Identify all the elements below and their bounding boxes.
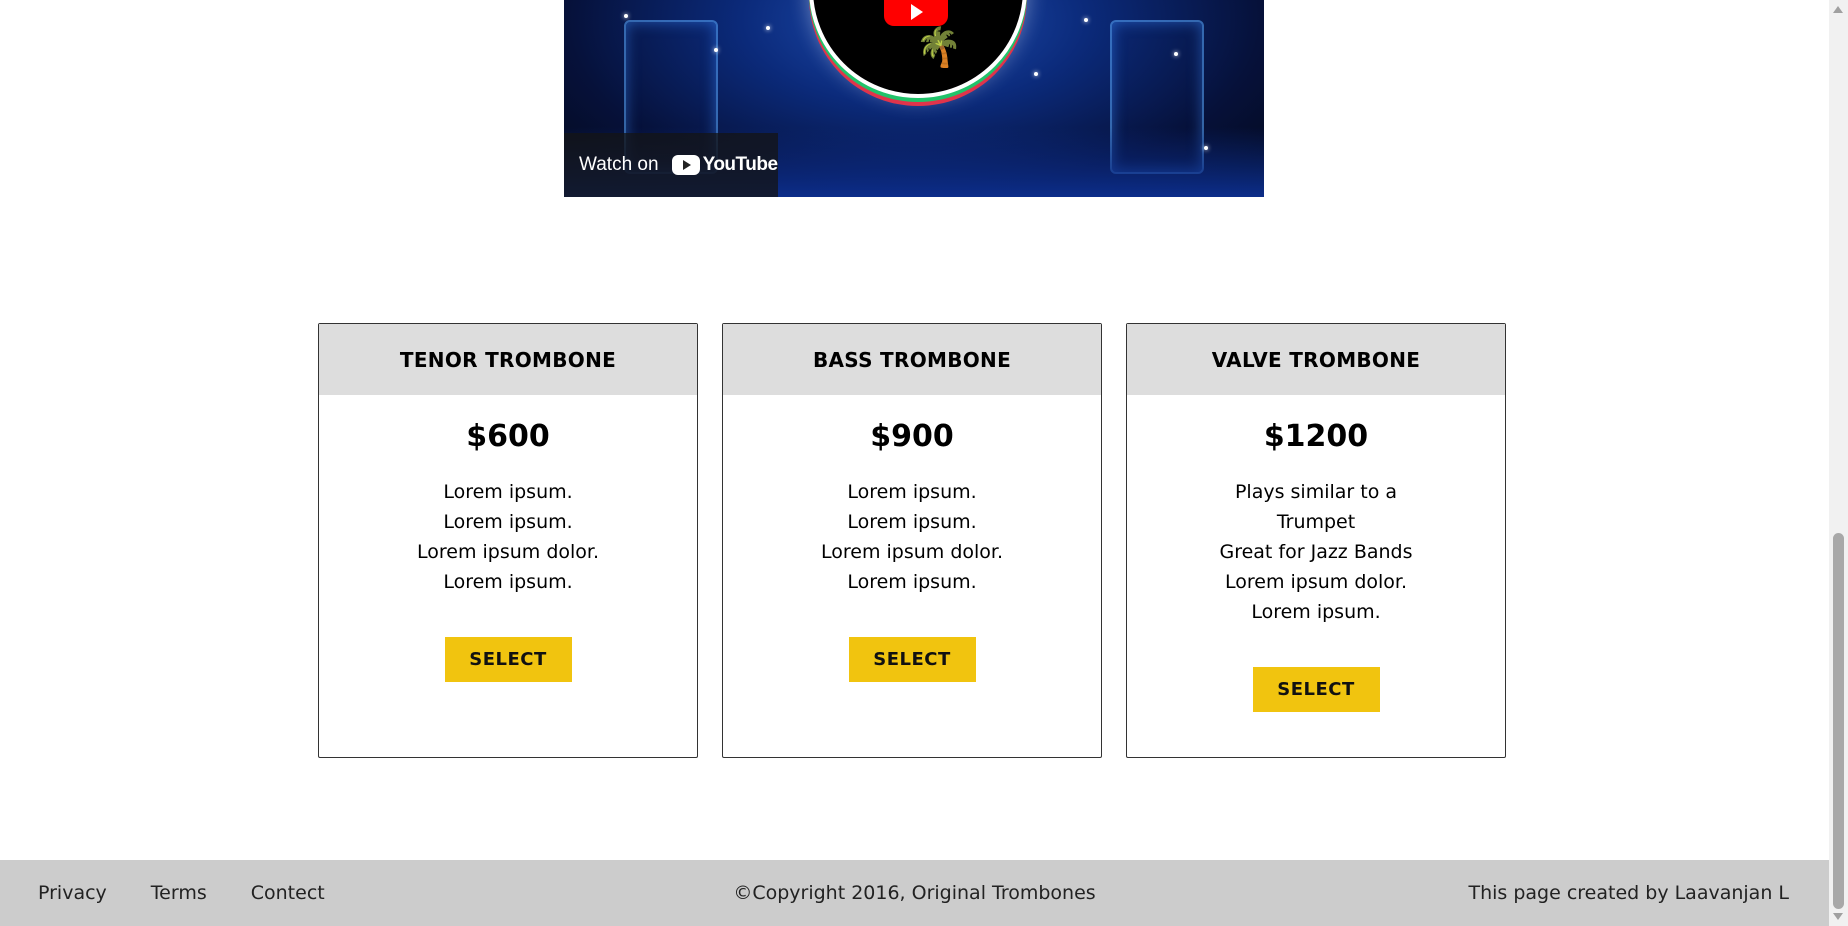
page: 🌴 Watch on YouTube TENOR TROMBONE $600 L…	[0, 0, 1848, 926]
footer-links: Privacy Terms Contect	[38, 860, 325, 926]
feature-list: Lorem ipsum. Lorem ipsum. Lorem ipsum do…	[723, 477, 1101, 597]
card-title: BASS TROMBONE	[723, 324, 1101, 395]
card-price: $600	[466, 419, 550, 454]
footer-link-contact[interactable]: Contect	[251, 882, 325, 904]
feature-list: Plays similar to a Trumpet Great for Jaz…	[1127, 477, 1505, 627]
youtube-wordmark: YouTube	[702, 154, 778, 175]
youtube-icon	[671, 155, 700, 175]
vertical-scrollbar[interactable]	[1829, 0, 1848, 926]
watch-on-youtube-link[interactable]: Watch on YouTube	[564, 133, 778, 197]
card-title: TENOR TROMBONE	[319, 324, 697, 395]
pricing-card-tenor: TENOR TROMBONE $600 Lorem ipsum. Lorem i…	[318, 323, 698, 758]
star-decoration	[1204, 146, 1208, 150]
feature-item: Lorem ipsum.	[847, 571, 977, 593]
feature-item: Lorem ipsum.	[443, 571, 573, 593]
feature-item: Lorem ipsum.	[443, 511, 573, 533]
palm-tree-icon: 🌴	[915, 25, 963, 69]
card-price: $900	[870, 419, 954, 454]
play-icon[interactable]	[884, 0, 948, 26]
pricing-cards: TENOR TROMBONE $600 Lorem ipsum. Lorem i…	[318, 323, 1512, 758]
scroll-down-arrow-icon[interactable]	[1833, 913, 1843, 920]
card-price: $1200	[1263, 419, 1369, 454]
feature-item: Lorem ipsum dolor.	[416, 541, 600, 563]
feature-item: Plays similar to a	[1234, 481, 1398, 503]
credit-text: This page created by Laavanjan L	[1468, 882, 1789, 904]
select-button[interactable]: SELECT	[1252, 667, 1380, 712]
footer: Privacy Terms Contect ©Copyright 2016, O…	[0, 860, 1829, 926]
footer-link-terms[interactable]: Terms	[151, 882, 207, 904]
video-embed[interactable]: 🌴 Watch on YouTube	[564, 0, 1264, 197]
pricing-card-valve: VALVE TROMBONE $1200 Plays similar to a …	[1126, 323, 1506, 758]
feature-item: Lorem ipsum.	[847, 481, 977, 503]
star-decoration	[624, 14, 628, 18]
watch-on-label: Watch on	[579, 154, 659, 175]
star-decoration	[714, 48, 718, 52]
feature-list: Lorem ipsum. Lorem ipsum. Lorem ipsum do…	[319, 477, 697, 597]
pricing-card-bass: BASS TROMBONE $900 Lorem ipsum. Lorem ip…	[722, 323, 1102, 758]
star-decoration	[1034, 72, 1038, 76]
footer-link-privacy[interactable]: Privacy	[38, 882, 107, 904]
select-button[interactable]: SELECT	[444, 637, 572, 682]
star-decoration	[766, 26, 770, 30]
feature-item: Trumpet	[1276, 511, 1356, 533]
feature-item: Lorem ipsum.	[1251, 601, 1381, 623]
feature-item: Lorem ipsum dolor.	[1224, 571, 1408, 593]
star-decoration	[1084, 18, 1088, 22]
scrollbar-thumb[interactable]	[1833, 533, 1844, 909]
scroll-up-arrow-icon[interactable]	[1833, 6, 1843, 13]
select-button[interactable]: SELECT	[848, 637, 976, 682]
feature-item: Lorem ipsum.	[847, 511, 977, 533]
card-title: VALVE TROMBONE	[1127, 324, 1505, 395]
feature-item: Great for Jazz Bands	[1219, 541, 1413, 563]
star-decoration	[1174, 52, 1178, 56]
feature-item: Lorem ipsum dolor.	[820, 541, 1004, 563]
feature-item: Lorem ipsum.	[443, 481, 573, 503]
